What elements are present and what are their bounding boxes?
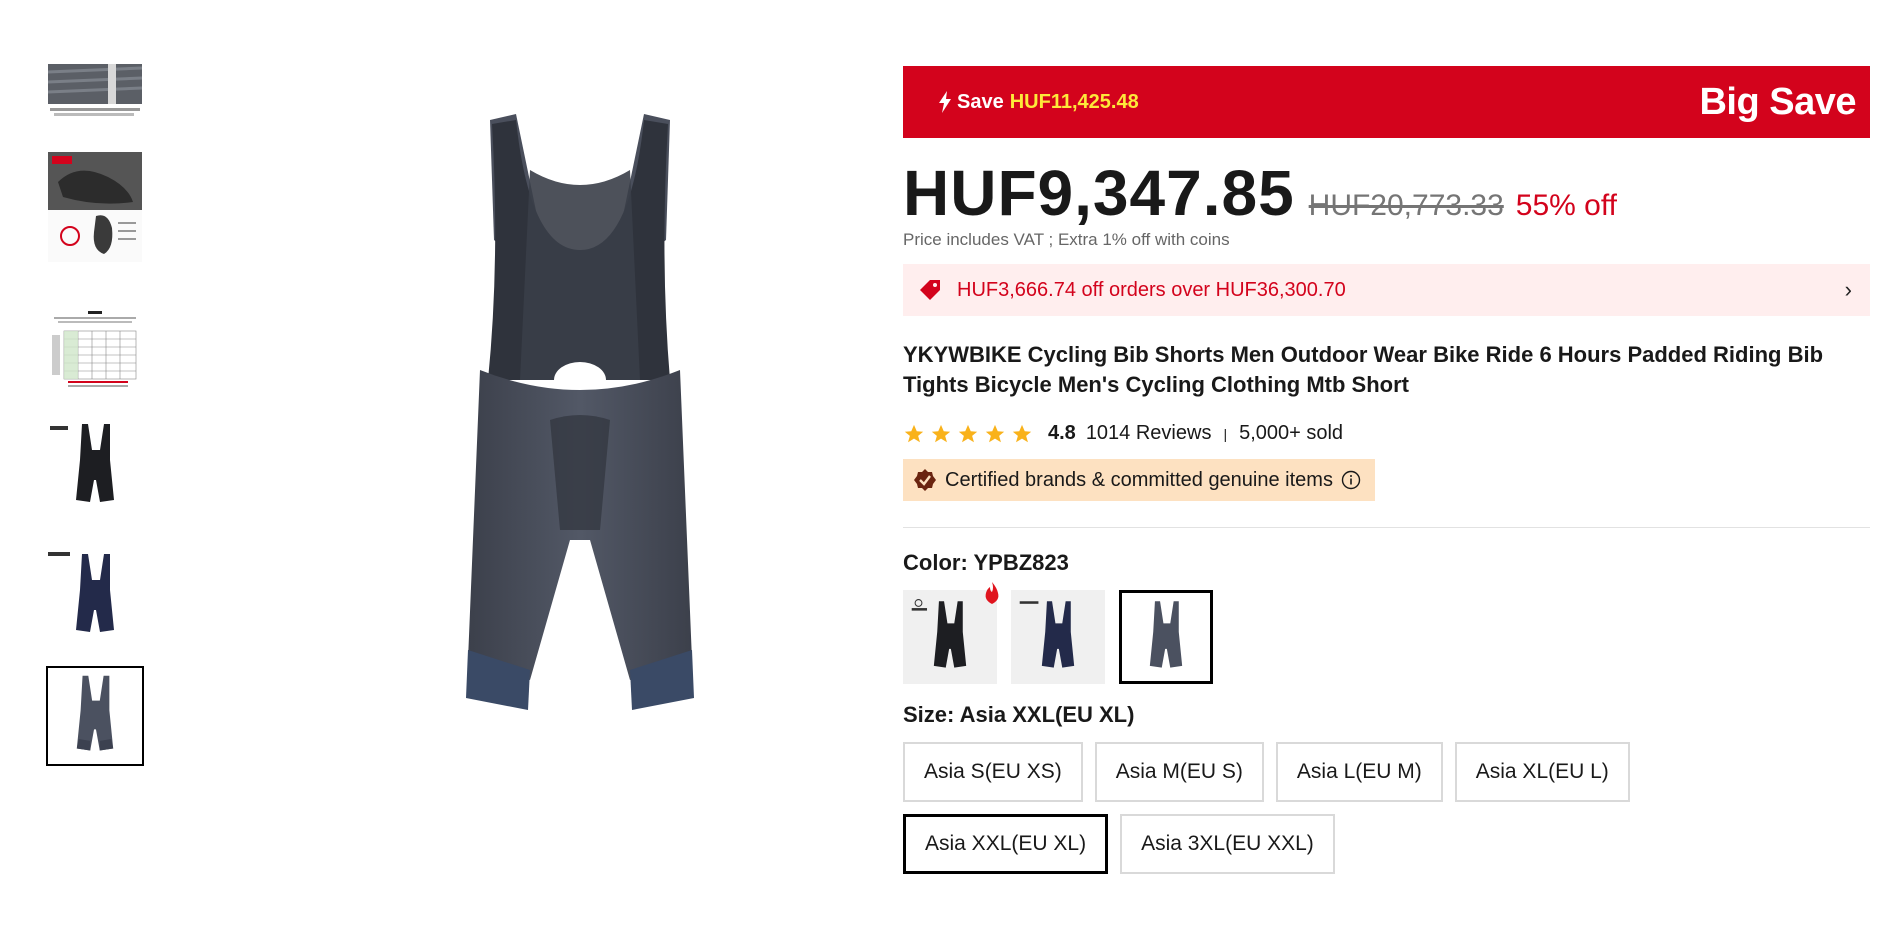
- product-info-panel: Save HUF11,425.48 Big Save HUF9,347.85 H…: [903, 66, 1870, 886]
- reviews-link[interactable]: 1014 Reviews: [1086, 422, 1212, 445]
- rating-score: 4.8: [1048, 422, 1076, 444]
- navy-bib-thumbnail-image: [48, 552, 114, 632]
- thumbnail-black-bib[interactable]: [46, 418, 144, 518]
- rating-row: 4.8 1014 Reviews | 5,000+ sold: [903, 422, 1870, 445]
- color-swatches: [903, 582, 1870, 684]
- thumbnail-navy-bib[interactable]: [46, 546, 144, 646]
- original-price: HUF20,773.33: [1308, 189, 1504, 222]
- black-bib-thumbnail-image: [50, 424, 114, 502]
- size-option-l[interactable]: Asia L(EU M): [1275, 742, 1443, 802]
- certified-badge[interactable]: Certified brands & committed genuine ite…: [903, 459, 1375, 501]
- big-save-banner: Save HUF11,425.48 Big Save: [903, 66, 1870, 138]
- discount-percent: 55% off: [1515, 189, 1617, 222]
- star-icon: [1012, 424, 1032, 442]
- thumbnail-fabric-detail[interactable]: [46, 62, 144, 120]
- separator: |: [1223, 425, 1228, 442]
- current-price: HUF9,347.85: [903, 157, 1295, 229]
- certified-text: Certified brands & committed genuine ite…: [945, 468, 1333, 491]
- star-icon: [985, 424, 1005, 442]
- grey-bib-swatch-image: [1149, 601, 1183, 668]
- fire-icon: [985, 582, 999, 604]
- chevron-right-icon: ›: [1844, 277, 1852, 302]
- rating-stars[interactable]: [903, 423, 1038, 445]
- save-amount-group: Save HUF11,425.48: [937, 91, 1139, 114]
- star-icon: [958, 424, 978, 442]
- color-label: Color: YPBZ823: [903, 550, 1069, 575]
- thumbnail-grey-bib[interactable]: [46, 666, 144, 766]
- color-swatch-navy[interactable]: [1011, 590, 1105, 684]
- size-option-m[interactable]: Asia M(EU S): [1094, 742, 1264, 802]
- black-bib-swatch-image: [911, 599, 967, 668]
- size-chart-image: [48, 305, 142, 391]
- save-label: Save: [957, 90, 1004, 113]
- sold-count: 5,000+ sold: [1239, 422, 1344, 444]
- divider: [903, 527, 1870, 528]
- vat-note: Price includes VAT ; Extra 1% off with c…: [903, 230, 1230, 249]
- save-amount: HUF11,425.48: [1009, 90, 1139, 113]
- price-row: HUF9,347.85 HUF20,773.33 55% off: [903, 156, 1870, 229]
- coupon-text: HUF3,666.74 off orders over HUF36,300.70: [957, 278, 1346, 301]
- thumbnail-size-chart[interactable]: [46, 304, 144, 392]
- color-swatch-grey[interactable]: [1119, 590, 1213, 684]
- star-icon: [931, 424, 951, 442]
- thumbnail-chamois-pad[interactable]: [46, 150, 144, 264]
- size-option-3xl[interactable]: Asia 3XL(EU XXL): [1120, 814, 1335, 874]
- grey-bib-shorts-image: [466, 114, 694, 710]
- coupon-bar[interactable]: HUF3,666.74 off orders over HUF36,300.70…: [903, 264, 1870, 316]
- chamois-pad-image: [48, 152, 142, 262]
- info-icon[interactable]: [1341, 470, 1361, 490]
- big-save-label: Big Save: [1699, 80, 1856, 123]
- main-product-image[interactable]: [330, 60, 830, 760]
- grey-bib-thumbnail-image: [76, 675, 114, 751]
- size-option-xxl[interactable]: Asia XXL(EU XL): [903, 814, 1109, 874]
- check-badge-icon: [914, 469, 936, 491]
- bolt-icon: [939, 91, 951, 113]
- size-option-s[interactable]: Asia S(EU XS): [903, 742, 1083, 802]
- size-label: Size: Asia XXL(EU XL): [903, 702, 1135, 727]
- product-title: YKYWBIKE Cycling Bib Shorts Men Outdoor …: [903, 342, 1824, 397]
- color-swatch-black[interactable]: [903, 582, 999, 684]
- coupon-tag-icon: [920, 280, 940, 300]
- size-options: Asia S(EU XS) Asia M(EU S) Asia L(EU M) …: [903, 742, 1703, 886]
- navy-bib-swatch-image: [1019, 601, 1075, 668]
- star-icon: [904, 424, 924, 442]
- fabric-detail-image: [48, 64, 142, 116]
- size-option-xl[interactable]: Asia XL(EU L): [1454, 742, 1630, 802]
